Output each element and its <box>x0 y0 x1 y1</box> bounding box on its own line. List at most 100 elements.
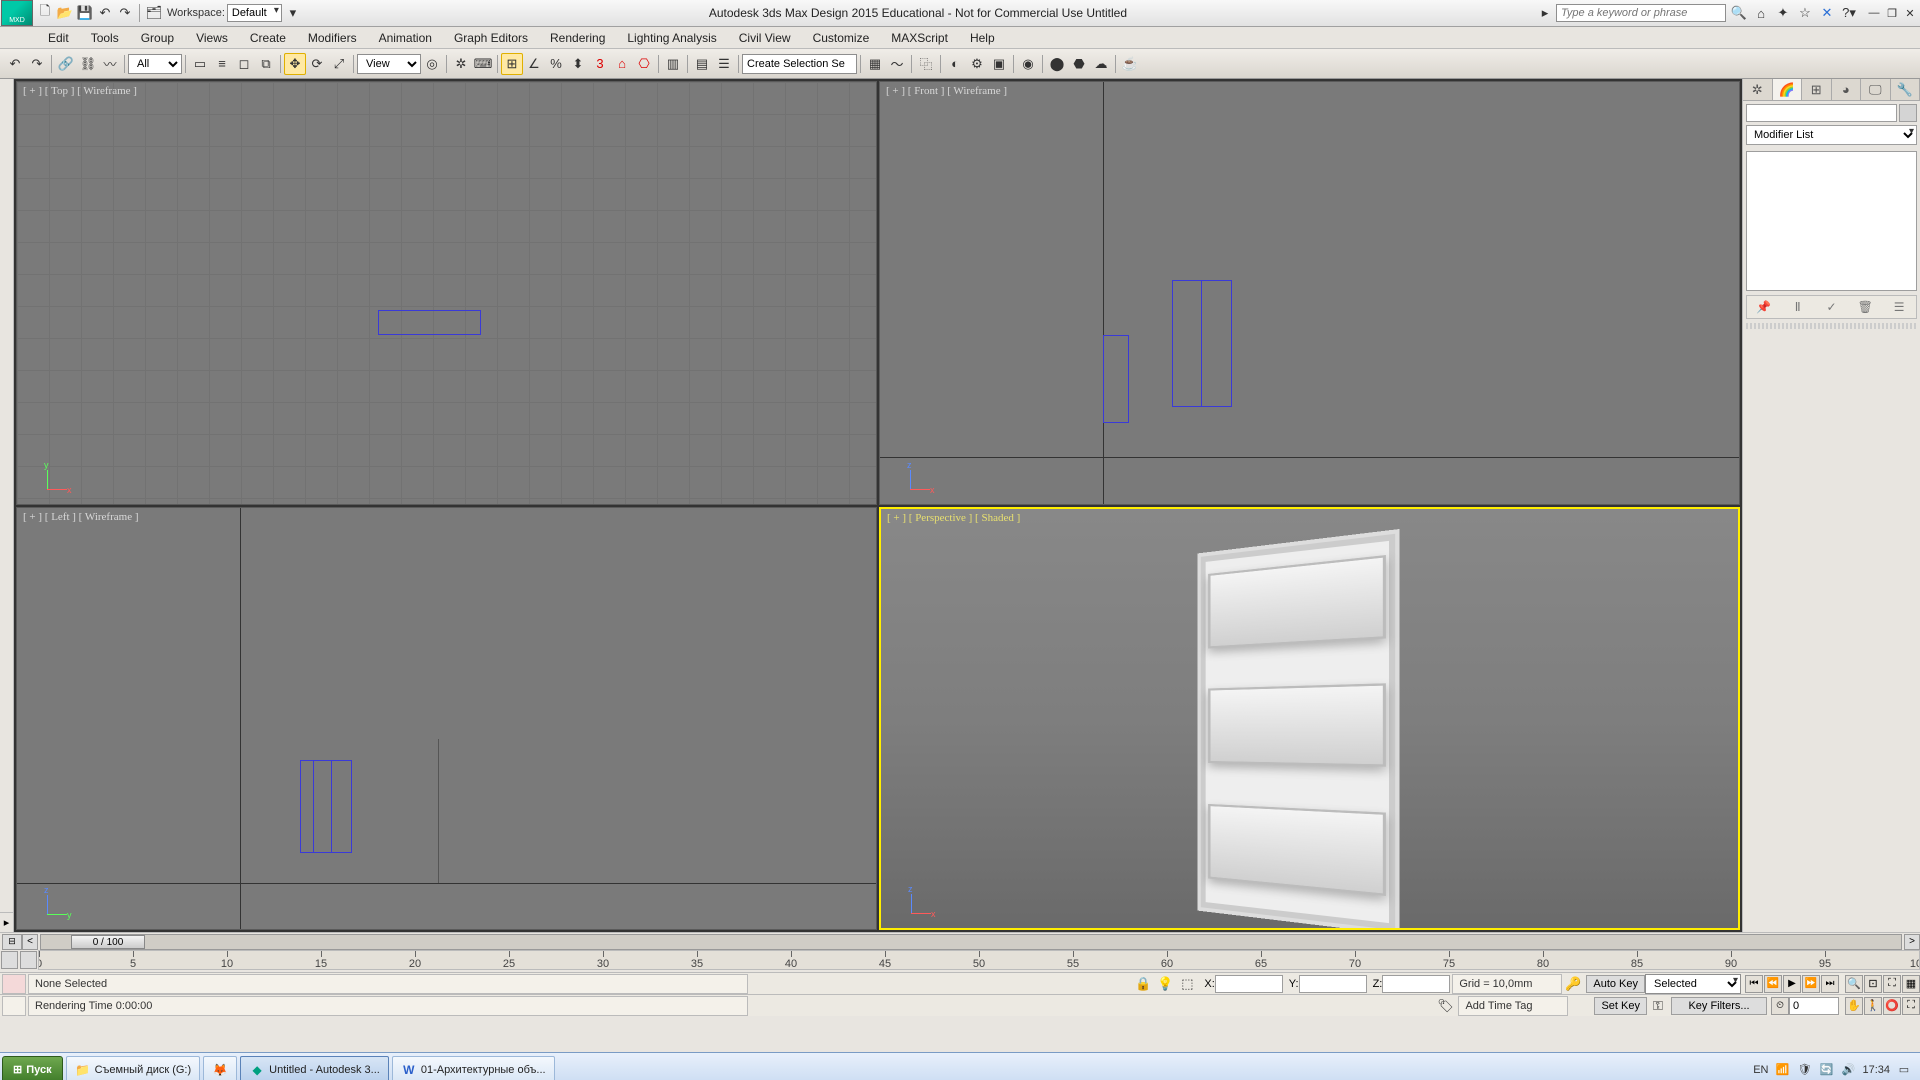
tab-display-icon[interactable]: 🖵 <box>1861 79 1891 100</box>
menu-lighting-analysis[interactable]: Lighting Analysis <box>617 29 726 47</box>
select-by-name-icon[interactable]: ≡ <box>211 53 233 75</box>
close-icon[interactable]: ✕ <box>1902 6 1918 20</box>
object-name-input[interactable] <box>1746 104 1897 122</box>
trackbar-toggle-icon[interactable]: ⊟ <box>2 934 22 950</box>
configure-sets-icon[interactable]: ☰ <box>1890 298 1908 316</box>
new-file-icon[interactable]: 🗋 <box>36 4 54 22</box>
menu-tools[interactable]: Tools <box>81 29 129 47</box>
redo-button[interactable]: ↷ <box>26 53 48 75</box>
layers-icon[interactable]: ☰ <box>713 53 735 75</box>
script-listener-icon[interactable] <box>2 974 26 994</box>
tray-shield-icon[interactable]: 🛡 <box>1796 1062 1812 1078</box>
keyboard-shortcut-icon[interactable]: ⌨ <box>472 53 494 75</box>
mirror-icon[interactable]: ▥ <box>662 53 684 75</box>
undo-icon[interactable]: ↶ <box>96 4 114 22</box>
nav-zoom-extents-icon[interactable]: ⛶ <box>1883 975 1901 993</box>
nav-zoom-icon[interactable]: 🔍 <box>1845 975 1863 993</box>
time-slider-track[interactable]: 0 / 100 <box>40 934 1902 950</box>
spinner-snap-icon[interactable]: ⬍ <box>567 53 589 75</box>
snap-angle-icon[interactable]: ∠ <box>523 53 545 75</box>
named-selection-input[interactable] <box>742 54 857 74</box>
save-file-icon[interactable]: 💾 <box>76 4 94 22</box>
time-slider-handle[interactable]: 0 / 100 <box>71 935 145 949</box>
make-unique-icon[interactable]: ✓ <box>1822 298 1840 316</box>
select-rotate-icon[interactable]: ⟳ <box>306 53 328 75</box>
viewport-top-label[interactable]: [ + ] [ Top ] [ Wireframe ] <box>23 85 137 97</box>
manipulate-icon[interactable]: ✲ <box>450 53 472 75</box>
menu-modifiers[interactable]: Modifiers <box>298 29 367 47</box>
viewport-left-label[interactable]: [ + ] [ Left ] [ Wireframe ] <box>23 511 139 523</box>
menu-customize[interactable]: Customize <box>803 29 880 47</box>
toggle-ribbon-icon[interactable]: ▦ <box>864 53 886 75</box>
add-time-tag[interactable]: Add Time Tag <box>1458 996 1568 1016</box>
time-tag-icon[interactable]: 🏷 <box>1434 995 1456 1017</box>
search-icon[interactable]: 🔍 <box>1728 2 1750 24</box>
help-icon[interactable]: ?▾ <box>1838 2 1860 24</box>
workspace-more-icon[interactable]: ▾ <box>284 4 302 22</box>
play-icon[interactable]: ▶ <box>1783 975 1801 993</box>
time-config-icon[interactable]: ⏲ <box>1771 997 1789 1015</box>
key-mode-icon[interactable]: 🔑 <box>1562 973 1584 995</box>
select-region-rect-icon[interactable]: ◻ <box>233 53 255 75</box>
viewport-perspective[interactable]: [ + ] [ Perspective ] [ Shaded ] zx <box>879 507 1740 931</box>
subscription-icon[interactable]: ⌂ <box>1750 2 1772 24</box>
coord-y-input[interactable] <box>1299 975 1367 993</box>
menu-civil-view[interactable]: Civil View <box>729 29 801 47</box>
trackbar-keymode-icon[interactable] <box>1 951 18 969</box>
render-setup-icon[interactable]: ⚙ <box>966 53 988 75</box>
key-filters-button[interactable]: Key Filters... <box>1671 997 1767 1015</box>
show-end-result-icon[interactable]: Ⅱ <box>1789 298 1807 316</box>
menu-animation[interactable]: Animation <box>369 29 442 47</box>
menu-edit[interactable]: Edit <box>38 29 79 47</box>
menu-create[interactable]: Create <box>240 29 296 47</box>
tab-modify-icon[interactable]: 🌈 <box>1773 79 1803 100</box>
taskbar-item-firefox[interactable]: 🦊 <box>203 1056 237 1080</box>
render-production-icon[interactable]: ⬤ <box>1046 53 1068 75</box>
track-bar[interactable]: 0510152025303540455055606570758085909510… <box>38 950 1920 970</box>
taskbar-item-3dsmax[interactable]: ◆Untitled - Autodesk 3... <box>240 1056 389 1080</box>
tab-create-icon[interactable]: ✲ <box>1743 79 1773 100</box>
tab-hierarchy-icon[interactable]: ⊞ <box>1802 79 1832 100</box>
snap-percent-icon[interactable]: % <box>545 53 567 75</box>
key-icon[interactable]: ⚿ <box>1647 995 1669 1017</box>
select-object-icon[interactable]: ▭ <box>189 53 211 75</box>
app-logo-icon[interactable]: MXD <box>1 0 33 26</box>
named-sel-sets-icon[interactable]: ⎔ <box>633 53 655 75</box>
snap-2d-icon[interactable]: ⊞ <box>501 53 523 75</box>
help-search-input[interactable] <box>1556 4 1726 22</box>
pivot-center-icon[interactable]: ◎ <box>421 53 443 75</box>
start-button[interactable]: ⊞ Пуск <box>2 1056 63 1080</box>
window-crossing-icon[interactable]: ⧉ <box>255 53 277 75</box>
favorites-icon[interactable]: ☆ <box>1794 2 1816 24</box>
select-scale-icon[interactable]: ⤢ <box>328 53 350 75</box>
time-slider-left[interactable]: < <box>22 934 38 950</box>
maximize-icon[interactable]: ❐ <box>1884 6 1900 20</box>
menu-help[interactable]: Help <box>960 29 1005 47</box>
nav-zoom-all-icon[interactable]: ⊡ <box>1864 975 1882 993</box>
select-move-icon[interactable]: ✥ <box>284 53 306 75</box>
edit-named-sel-icon[interactable]: ⌂ <box>611 53 633 75</box>
trackbar-filter-icon[interactable] <box>20 951 37 969</box>
schematic-view-icon[interactable]: ⿻ <box>915 53 937 75</box>
curve-editor-icon[interactable]: 〜 <box>886 53 908 75</box>
material-editor-icon[interactable]: ◐ <box>944 53 966 75</box>
snap-3-icon[interactable]: 3 <box>589 53 611 75</box>
nav-max-toggle-icon[interactable]: ⛶ <box>1902 997 1920 1015</box>
menu-rendering[interactable]: Rendering <box>540 29 615 47</box>
render-in-cloud-icon[interactable]: ☁ <box>1090 53 1112 75</box>
pin-stack-icon[interactable]: 📌 <box>1755 298 1773 316</box>
menu-group[interactable]: Group <box>131 29 184 47</box>
lock-selection-icon[interactable]: 🔒 <box>1132 973 1154 995</box>
redo-icon[interactable]: ↷ <box>116 4 134 22</box>
prev-frame-icon[interactable]: ⏪ <box>1764 975 1782 993</box>
project-icon[interactable]: 🗂 <box>145 4 163 22</box>
tray-desktop-icon[interactable]: ▭ <box>1896 1062 1912 1078</box>
nav-orbit-icon[interactable]: ⭕ <box>1883 997 1901 1015</box>
tray-updates-icon[interactable]: 🔄 <box>1818 1062 1834 1078</box>
set-key-button[interactable]: Set Key <box>1594 997 1647 1015</box>
rendered-frame-icon[interactable]: ▣ <box>988 53 1010 75</box>
tray-volume-icon[interactable]: 🔊 <box>1840 1062 1856 1078</box>
time-slider-right[interactable]: > <box>1904 934 1920 950</box>
object-color-swatch[interactable] <box>1899 104 1917 122</box>
coord-x-input[interactable] <box>1215 975 1283 993</box>
